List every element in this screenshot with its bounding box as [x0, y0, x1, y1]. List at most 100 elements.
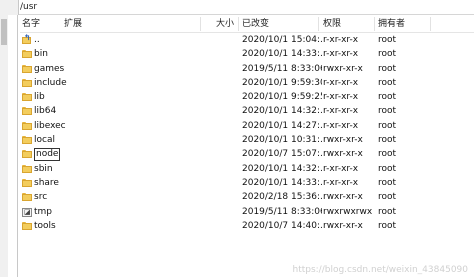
file-owner: root	[378, 106, 397, 117]
column-header-size[interactable]: 大小	[216, 15, 234, 33]
file-name: bin	[34, 49, 48, 60]
file-permissions: r-xr-xr-x	[323, 163, 359, 174]
file-owner: root	[378, 120, 397, 131]
directory-tree-pane	[0, 15, 18, 277]
file-modified: 2020/10/7 15:07:...	[242, 149, 322, 160]
tree-scrollbar-thumb[interactable]	[1, 19, 7, 45]
folder-icon	[22, 136, 32, 145]
file-row[interactable]: share 2020/10/1 14:33:... r-xr-xr-x root	[20, 176, 474, 190]
file-owner: root	[378, 49, 397, 60]
column-separator[interactable]	[318, 17, 319, 31]
folder-icon	[22, 93, 32, 102]
file-modified: 2020/10/1 10:31:...	[242, 135, 322, 146]
tmp-folder-icon: ◪	[22, 207, 32, 217]
column-separator[interactable]	[238, 17, 239, 31]
folder-icon	[22, 178, 32, 187]
file-name: libexec	[34, 120, 66, 131]
file-list-header: 名字 扩展 大小 已改变 权限 拥有者	[20, 15, 474, 33]
file-permissions: r-xr-xr-x	[323, 49, 359, 60]
file-modified: 2019/5/11 8:33:06	[242, 63, 322, 74]
watermark: https://blog.csdn.net/weixin_43845090	[292, 265, 468, 275]
folder-icon	[22, 150, 32, 159]
file-owner: root	[378, 63, 397, 74]
file-name: sbin	[34, 163, 53, 174]
file-row[interactable]: sbin 2020/10/1 14:32:... r-xr-xr-x root	[20, 162, 474, 176]
file-row[interactable]: lib64 2020/10/1 14:32:... r-xr-xr-x root	[20, 104, 474, 118]
column-header-permissions[interactable]: 权限	[323, 15, 341, 33]
file-permissions: rwxr-xr-x	[323, 220, 363, 231]
file-modified: 2020/10/1 14:33:...	[242, 49, 322, 60]
file-permissions: r-xr-xr-x	[323, 177, 359, 188]
file-permissions: r-xr-xr-x	[323, 35, 359, 45]
file-modified: 2020/10/1 15:04:...	[242, 35, 322, 45]
column-separator[interactable]	[200, 17, 201, 31]
file-name: ..	[34, 35, 40, 45]
file-row[interactable]: include 2020/10/1 9:59:30 r-xr-xr-x root	[20, 76, 474, 90]
column-separator[interactable]	[374, 17, 375, 31]
file-name: lib	[34, 92, 45, 103]
file-name: local	[34, 135, 55, 146]
file-name: games	[34, 63, 65, 74]
file-permissions: rwxrwxrwx	[323, 206, 373, 217]
file-owner: root	[378, 135, 397, 146]
tree-scrollbar[interactable]	[0, 15, 8, 277]
file-permissions: rwxr-xr-x	[323, 192, 363, 203]
file-row[interactable]: tools 2020/10/7 14:40:... rwxr-xr-x root	[20, 219, 474, 233]
file-name: tools	[34, 220, 56, 231]
file-name: tmp	[34, 206, 53, 217]
file-row[interactable]: games 2019/5/11 8:33:06 rwxr-xr-x root	[20, 62, 474, 76]
file-owner: root	[378, 192, 397, 203]
tree-pane-edge	[0, 0, 19, 15]
file-row[interactable]: libexec 2020/10/1 14:27:... r-xr-xr-x root	[20, 119, 474, 133]
column-header-owner[interactable]: 拥有者	[378, 15, 405, 33]
file-modified: 2020/10/1 9:59:30	[242, 77, 322, 88]
file-row[interactable]: node 2020/10/7 15:07:... rwxr-xr-x root	[20, 147, 474, 162]
file-modified: 2020/10/7 14:40:...	[242, 220, 322, 231]
file-owner: root	[378, 149, 397, 160]
folder-icon	[22, 50, 32, 59]
file-modified: 2020/10/1 14:27:...	[242, 120, 322, 131]
file-row[interactable]: ↰.. 2020/10/1 15:04:... r-xr-xr-x root	[20, 33, 474, 47]
folder-icon	[22, 193, 32, 202]
file-permissions: rwxr-xr-x	[323, 63, 363, 74]
file-owner: root	[378, 220, 397, 231]
file-owner: root	[378, 206, 397, 217]
folder-icon	[22, 107, 32, 116]
file-permissions: r-xr-xr-x	[323, 77, 359, 88]
folder-icon	[22, 121, 32, 130]
file-owner: root	[378, 177, 397, 188]
file-modified: 2020/10/1 14:32:...	[242, 106, 322, 117]
folder-icon	[22, 164, 32, 173]
file-owner: root	[378, 35, 397, 45]
folder-icon	[22, 64, 32, 73]
file-name: src	[34, 192, 48, 203]
file-name: node	[34, 148, 61, 162]
file-permissions: rwxr-xr-x	[323, 135, 363, 146]
column-header-modified[interactable]: 已改变	[242, 15, 269, 33]
file-modified: 2020/10/1 14:33:...	[242, 177, 322, 188]
file-row[interactable]: lib 2020/10/1 9:59:25 r-xr-xr-x root	[20, 90, 474, 104]
folder-icon	[22, 78, 32, 87]
file-name: share	[34, 177, 59, 188]
file-modified: 2019/5/11 8:33:06	[242, 206, 322, 217]
file-modified: 2020/10/1 9:59:25	[242, 92, 322, 103]
file-modified: 2020/2/18 15:36:...	[242, 192, 322, 203]
file-permissions: rwxr-xr-x	[323, 149, 363, 160]
column-header-ext[interactable]: 扩展	[64, 15, 82, 33]
file-name: lib64	[34, 106, 57, 117]
file-row[interactable]: local 2020/10/1 10:31:... rwxr-xr-x root	[20, 133, 474, 147]
file-permissions: r-xr-xr-x	[323, 92, 359, 103]
path-bar: /usr	[0, 0, 474, 15]
file-name: include	[34, 77, 67, 88]
file-row[interactable]: src 2020/2/18 15:36:... rwxr-xr-x root	[20, 190, 474, 204]
path-input[interactable]: /usr	[20, 1, 37, 13]
file-permissions: r-xr-xr-x	[323, 120, 359, 131]
file-row[interactable]: bin 2020/10/1 14:33:... r-xr-xr-x root	[20, 47, 474, 61]
file-row[interactable]: ◪ tmp 2019/5/11 8:33:06 rwxrwxrwx root	[20, 205, 474, 219]
file-permissions: r-xr-xr-x	[323, 106, 359, 117]
column-separator[interactable]	[430, 17, 431, 31]
file-modified: 2020/10/1 14:32:...	[242, 163, 322, 174]
parent-folder-icon: ↰	[22, 33, 31, 44]
folder-icon	[22, 221, 32, 230]
column-header-name[interactable]: 名字	[22, 15, 40, 33]
